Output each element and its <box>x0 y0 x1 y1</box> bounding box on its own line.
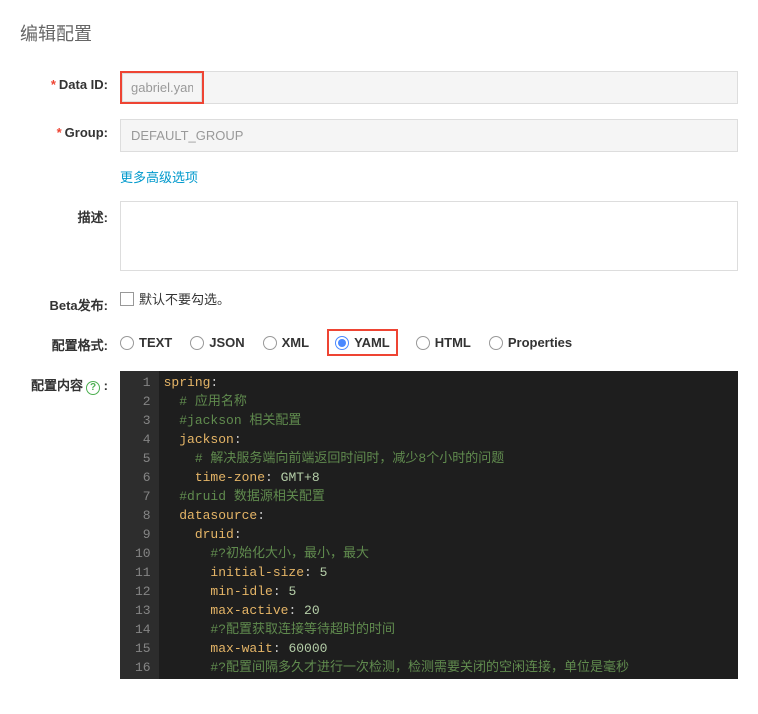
beta-checkbox[interactable] <box>120 292 134 306</box>
data-id-input[interactable] <box>122 73 202 102</box>
line-number: 7 <box>135 487 151 506</box>
beta-label: Beta发布: <box>20 289 120 314</box>
code-line: jackson: <box>164 430 733 449</box>
code-editor[interactable]: 12345678910111213141516 spring: # 应用名称 #… <box>120 371 738 679</box>
line-number: 1 <box>135 373 151 392</box>
code-line: spring: <box>164 373 733 392</box>
code-line: max-active: 20 <box>164 601 733 620</box>
radio-yaml[interactable]: YAML <box>327 329 398 356</box>
data-id-highlight <box>120 71 204 104</box>
advanced-row: 更多高级选项 <box>20 167 738 186</box>
radio-html[interactable]: HTML <box>416 335 471 350</box>
data-id-input-extension <box>202 71 738 104</box>
radio-icon <box>263 336 277 350</box>
code-line: min-idle: 5 <box>164 582 733 601</box>
code-line: #jackson 相关配置 <box>164 411 733 430</box>
content-row: 配置内容? : 12345678910111213141516 spring: … <box>20 371 738 679</box>
radio-label: JSON <box>209 335 244 350</box>
advanced-options-link[interactable]: 更多高级选项 <box>120 170 198 185</box>
line-number: 11 <box>135 563 151 582</box>
group-input[interactable] <box>120 119 738 152</box>
radio-properties[interactable]: Properties <box>489 335 572 350</box>
code-line: #?初始化大小，最小，最大 <box>164 544 733 563</box>
code-content[interactable]: spring: # 应用名称 #jackson 相关配置 jackson: # … <box>159 371 738 679</box>
line-number: 15 <box>135 639 151 658</box>
beta-row: Beta发布: 默认不要勾选。 <box>20 289 738 314</box>
radio-icon <box>489 336 503 350</box>
radio-icon <box>335 336 349 350</box>
radio-text[interactable]: TEXT <box>120 335 172 350</box>
radio-label: XML <box>282 335 309 350</box>
line-gutter: 12345678910111213141516 <box>120 371 159 679</box>
code-line: max-wait: 60000 <box>164 639 733 658</box>
line-number: 10 <box>135 544 151 563</box>
page-title: 编辑配置 <box>20 20 738 46</box>
code-line: # 解决服务端向前端返回时间时，减少8个小时的问题 <box>164 449 733 468</box>
radio-label: TEXT <box>139 335 172 350</box>
radio-json[interactable]: JSON <box>190 335 244 350</box>
radio-label: Properties <box>508 335 572 350</box>
code-line: time-zone: GMT+8 <box>164 468 733 487</box>
code-line: datasource: <box>164 506 733 525</box>
line-number: 8 <box>135 506 151 525</box>
format-label: 配置格式: <box>20 329 120 354</box>
line-number: 12 <box>135 582 151 601</box>
content-label: 配置内容? : <box>20 371 120 395</box>
radio-label: HTML <box>435 335 471 350</box>
line-number: 2 <box>135 392 151 411</box>
line-number: 13 <box>135 601 151 620</box>
code-line: initial-size: 5 <box>164 563 733 582</box>
line-number: 5 <box>135 449 151 468</box>
radio-icon <box>190 336 204 350</box>
description-label: 描述: <box>20 201 120 226</box>
line-number: 9 <box>135 525 151 544</box>
radio-icon <box>416 336 430 350</box>
help-icon[interactable]: ? <box>86 381 100 395</box>
code-line: # 应用名称 <box>164 392 733 411</box>
group-label: *Group: <box>20 119 120 140</box>
code-line: #druid 数据源相关配置 <box>164 487 733 506</box>
radio-xml[interactable]: XML <box>263 335 309 350</box>
radio-label: YAML <box>354 335 390 350</box>
data-id-row: *Data ID: <box>20 71 738 104</box>
line-number: 3 <box>135 411 151 430</box>
radio-icon <box>120 336 134 350</box>
line-number: 6 <box>135 468 151 487</box>
description-row: 描述: <box>20 201 738 274</box>
line-number: 14 <box>135 620 151 639</box>
format-row: 配置格式: TEXT JSON XML YAML HTML Properties <box>20 329 738 356</box>
code-line: #?配置获取连接等待超时的时间 <box>164 620 733 639</box>
group-row: *Group: <box>20 119 738 152</box>
beta-checkbox-label: 默认不要勾选。 <box>139 289 230 308</box>
line-number: 4 <box>135 430 151 449</box>
description-textarea[interactable] <box>120 201 738 271</box>
data-id-label: *Data ID: <box>20 71 120 92</box>
code-line: druid: <box>164 525 733 544</box>
